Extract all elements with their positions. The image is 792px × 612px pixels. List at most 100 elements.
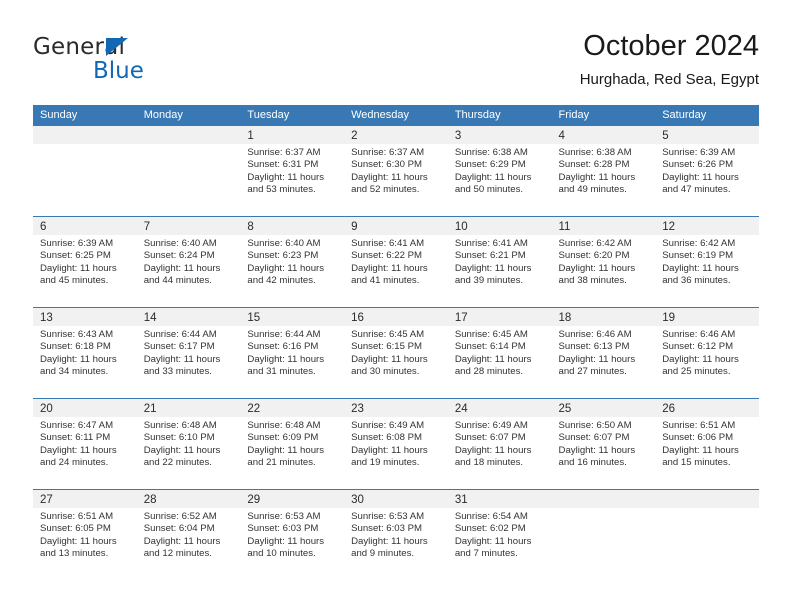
sunset-line: Sunset: 6:26 PM: [662, 159, 734, 171]
day-cell[interactable]: 5 Sunrise: 6:39 AM Sunset: 6:26 PM Dayli…: [655, 126, 759, 216]
daylight-line-2: and 38 minutes.: [558, 275, 627, 287]
day-cell[interactable]: 17 Sunrise: 6:45 AM Sunset: 6:14 PM Dayl…: [447, 308, 552, 398]
sunset-line: Sunset: 6:30 PM: [351, 159, 423, 171]
sunset-line: Sunset: 6:25 PM: [40, 250, 111, 262]
day-details: Sunrise: 6:43 AM Sunset: 6:18 PM Dayligh…: [33, 326, 137, 379]
calendar-grid: Sunday Monday Tuesday Wednesday Thursday…: [33, 105, 759, 580]
sunset-line: Sunset: 6:24 PM: [143, 250, 215, 262]
weekday-header-wednesday: Wednesday: [351, 109, 409, 121]
day-number-band: 16: [344, 308, 448, 326]
day-cell[interactable]: 1 Sunrise: 6:37 AM Sunset: 6:31 PM Dayli…: [240, 126, 345, 216]
daylight-line-2: and 13 minutes.: [40, 548, 109, 560]
day-number: 9: [351, 221, 358, 233]
weekday-header-saturday: Saturday: [662, 109, 707, 121]
day-cell[interactable]: 26 Sunrise: 6:51 AM Sunset: 6:06 PM Dayl…: [655, 399, 759, 489]
sunrise-line: Sunrise: 6:51 AM: [40, 511, 114, 522]
daylight-line-2: and 30 minutes.: [351, 366, 420, 378]
day-cell[interactable]: 2 Sunrise: 6:37 AM Sunset: 6:30 PM Dayli…: [344, 126, 448, 216]
day-number-band: 4: [551, 126, 656, 144]
day-cell[interactable]: 24 Sunrise: 6:49 AM Sunset: 6:07 PM Dayl…: [447, 399, 552, 489]
sunrise-line: Sunrise: 6:38 AM: [558, 147, 632, 158]
sunset-line: Sunset: 6:10 PM: [143, 432, 215, 444]
day-number-band: 9: [344, 217, 448, 235]
day-details: [33, 144, 137, 147]
day-cell[interactable]: 29 Sunrise: 6:53 AM Sunset: 6:03 PM Dayl…: [240, 490, 345, 580]
sunrise-line: Sunrise: 6:54 AM: [454, 511, 528, 522]
day-details: Sunrise: 6:44 AM Sunset: 6:16 PM Dayligh…: [240, 326, 344, 379]
day-number-band: 28: [136, 490, 241, 508]
day-number: 26: [662, 403, 676, 415]
day-cell[interactable]: 27 Sunrise: 6:51 AM Sunset: 6:05 PM Dayl…: [33, 490, 137, 580]
day-cell[interactable]: 12 Sunrise: 6:42 AM Sunset: 6:19 PM Dayl…: [655, 217, 759, 307]
day-number-band: 23: [344, 399, 448, 417]
day-cell[interactable]: 7 Sunrise: 6:40 AM Sunset: 6:24 PM Dayli…: [136, 217, 241, 307]
day-number-band: 22: [240, 399, 345, 417]
day-number-band: 25: [551, 399, 656, 417]
day-cell[interactable]: [136, 126, 241, 216]
week-row: 1 Sunrise: 6:37 AM Sunset: 6:31 PM Dayli…: [33, 126, 759, 216]
day-cell[interactable]: 28 Sunrise: 6:52 AM Sunset: 6:04 PM Dayl…: [136, 490, 241, 580]
daylight-line-2: and 15 minutes.: [662, 457, 731, 469]
day-cell[interactable]: 30 Sunrise: 6:53 AM Sunset: 6:03 PM Dayl…: [344, 490, 448, 580]
day-cell[interactable]: 31 Sunrise: 6:54 AM Sunset: 6:02 PM Dayl…: [447, 490, 552, 580]
daylight-line-1: Daylight: 11 hours: [558, 353, 636, 365]
day-cell[interactable]: [655, 490, 759, 580]
day-details: Sunrise: 6:49 AM Sunset: 6:08 PM Dayligh…: [344, 417, 448, 470]
day-cell[interactable]: 4 Sunrise: 6:38 AM Sunset: 6:28 PM Dayli…: [551, 126, 656, 216]
week-row: 6 Sunrise: 6:39 AM Sunset: 6:25 PM Dayli…: [33, 216, 759, 307]
daylight-line-2: and 39 minutes.: [454, 275, 524, 287]
day-details: Sunrise: 6:41 AM Sunset: 6:22 PM Dayligh…: [344, 235, 448, 288]
day-details: Sunrise: 6:52 AM Sunset: 6:04 PM Dayligh…: [137, 508, 241, 561]
sunset-line: Sunset: 6:04 PM: [143, 523, 215, 535]
weekday-header-monday: Monday: [143, 109, 183, 121]
day-number: 5: [662, 130, 669, 142]
day-cell[interactable]: 3 Sunrise: 6:38 AM Sunset: 6:29 PM Dayli…: [447, 126, 552, 216]
day-cell[interactable]: 15 Sunrise: 6:44 AM Sunset: 6:16 PM Dayl…: [240, 308, 345, 398]
daylight-line-2: and 24 minutes.: [40, 457, 109, 469]
daylight-line-2: and 49 minutes.: [558, 184, 627, 196]
day-cell[interactable]: 22 Sunrise: 6:48 AM Sunset: 6:09 PM Dayl…: [240, 399, 345, 489]
sunrise-line: Sunrise: 6:46 AM: [558, 329, 632, 340]
general-blue-logo[interactable]: General Blue: [33, 34, 223, 90]
daylight-line-2: and 18 minutes.: [454, 457, 524, 469]
day-cell[interactable]: 20 Sunrise: 6:47 AM Sunset: 6:11 PM Dayl…: [33, 399, 137, 489]
day-cell[interactable]: 6 Sunrise: 6:39 AM Sunset: 6:25 PM Dayli…: [33, 217, 137, 307]
day-cell[interactable]: 8 Sunrise: 6:40 AM Sunset: 6:23 PM Dayli…: [240, 217, 345, 307]
day-cell[interactable]: 9 Sunrise: 6:41 AM Sunset: 6:22 PM Dayli…: [344, 217, 448, 307]
day-cell[interactable]: 16 Sunrise: 6:45 AM Sunset: 6:15 PM Dayl…: [344, 308, 448, 398]
sunrise-line: Sunrise: 6:41 AM: [454, 238, 528, 249]
day-number-band: 12: [655, 217, 759, 235]
day-details: Sunrise: 6:38 AM Sunset: 6:28 PM Dayligh…: [552, 144, 656, 197]
day-cell[interactable]: 13 Sunrise: 6:43 AM Sunset: 6:18 PM Dayl…: [33, 308, 137, 398]
day-cell[interactable]: 10 Sunrise: 6:41 AM Sunset: 6:21 PM Dayl…: [447, 217, 552, 307]
day-cell[interactable]: [33, 126, 137, 216]
daylight-line-2: and 22 minutes.: [143, 457, 212, 469]
daylight-line-1: Daylight: 11 hours: [662, 353, 739, 365]
day-cell[interactable]: 25 Sunrise: 6:50 AM Sunset: 6:07 PM Dayl…: [551, 399, 656, 489]
day-number: 7: [143, 221, 151, 233]
week-row: 27 Sunrise: 6:51 AM Sunset: 6:05 PM Dayl…: [33, 489, 759, 580]
daylight-line-1: Daylight: 11 hours: [454, 262, 532, 274]
sunrise-line: Sunrise: 6:42 AM: [558, 238, 632, 249]
day-cell[interactable]: 14 Sunrise: 6:44 AM Sunset: 6:17 PM Dayl…: [136, 308, 241, 398]
day-details: Sunrise: 6:54 AM Sunset: 6:02 PM Dayligh…: [448, 508, 552, 561]
day-cell[interactable]: 11 Sunrise: 6:42 AM Sunset: 6:20 PM Dayl…: [551, 217, 656, 307]
day-cell[interactable]: 19 Sunrise: 6:46 AM Sunset: 6:12 PM Dayl…: [655, 308, 759, 398]
day-cell[interactable]: 21 Sunrise: 6:48 AM Sunset: 6:10 PM Dayl…: [136, 399, 241, 489]
day-number: 17: [454, 312, 468, 324]
day-cell[interactable]: 23 Sunrise: 6:49 AM Sunset: 6:08 PM Dayl…: [344, 399, 448, 489]
day-cell[interactable]: 18 Sunrise: 6:46 AM Sunset: 6:13 PM Dayl…: [551, 308, 656, 398]
daylight-line-1: Daylight: 11 hours: [247, 171, 325, 183]
daylight-line-1: Daylight: 11 hours: [40, 353, 117, 365]
daylight-line-2: and 44 minutes.: [143, 275, 212, 287]
daylight-line-1: Daylight: 11 hours: [454, 171, 532, 183]
daylight-line-1: Daylight: 11 hours: [662, 171, 739, 183]
day-cell[interactable]: [551, 490, 656, 580]
daylight-line-1: Daylight: 11 hours: [247, 353, 325, 365]
daylight-line-1: Daylight: 11 hours: [351, 171, 428, 183]
day-number-band: [136, 126, 241, 144]
sunrise-line: Sunrise: 6:42 AM: [662, 238, 736, 249]
day-number-band: 10: [447, 217, 552, 235]
day-details: Sunrise: 6:51 AM Sunset: 6:05 PM Dayligh…: [33, 508, 137, 561]
sunrise-line: Sunrise: 6:47 AM: [40, 420, 114, 431]
